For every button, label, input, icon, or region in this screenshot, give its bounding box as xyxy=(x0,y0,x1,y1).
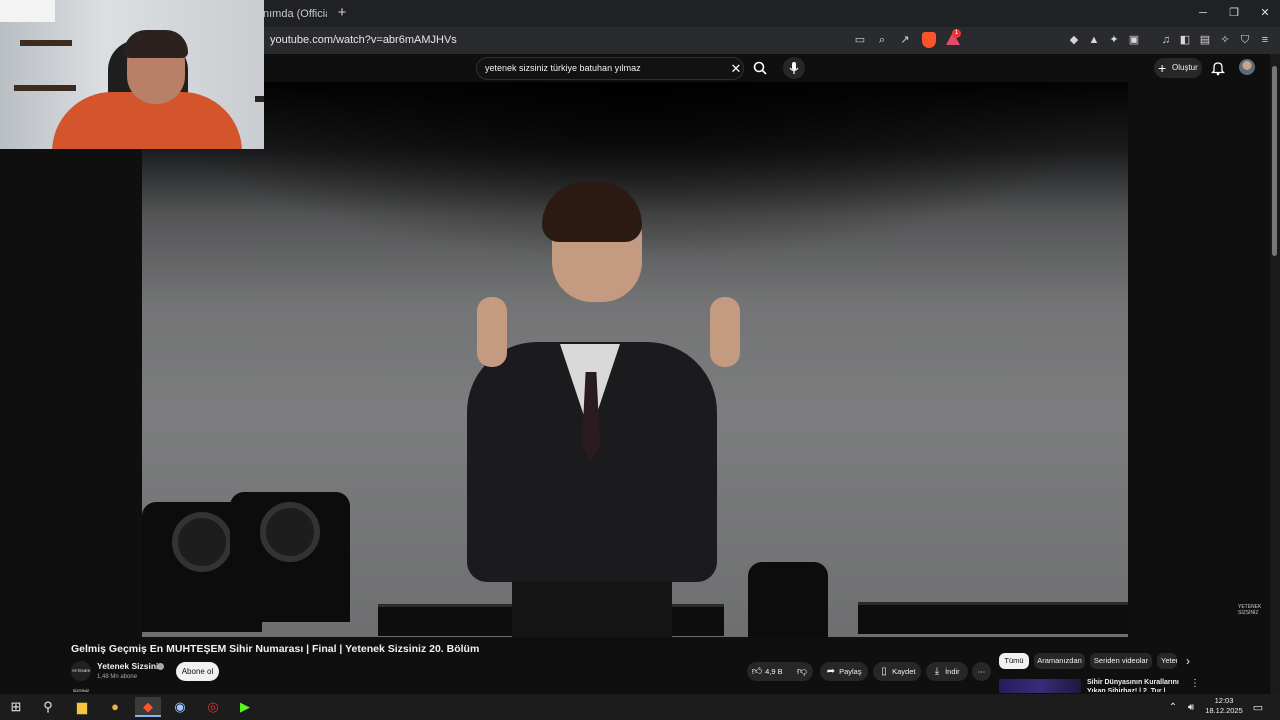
recommended-thumbnail[interactable] xyxy=(999,679,1081,693)
cast-icon[interactable]: ▭ xyxy=(852,32,868,48)
recommendation-menu-icon[interactable]: ⋮ xyxy=(1190,678,1200,690)
extensions-puzzle-icon[interactable]: ✦ xyxy=(1106,32,1122,48)
streamer-hair xyxy=(124,30,188,58)
wallet-icon[interactable]: ▤ xyxy=(1197,32,1213,48)
save-label: Kaydet xyxy=(892,667,916,676)
chrome-canary-icon[interactable]: ● xyxy=(102,697,128,717)
extension-icon[interactable]: ◆ xyxy=(1066,32,1082,48)
kick-icon[interactable]: ▶ xyxy=(232,697,258,717)
light-lens xyxy=(260,502,320,562)
download-icon: ⤓ xyxy=(934,666,940,677)
notifications-button[interactable] xyxy=(1210,60,1226,76)
stage-light xyxy=(230,492,350,622)
recommended-title[interactable]: Sihir Dünyasının Kurallarını Yıkan Sihir… xyxy=(1087,678,1181,692)
chip-from-search[interactable]: Aramanızdan xyxy=(1034,653,1085,669)
like-count: 4,9 B xyxy=(765,667,783,676)
shield-icon[interactable]: ⛉ xyxy=(1237,32,1253,48)
notification-center-icon[interactable]: ▭ xyxy=(1250,698,1266,718)
bar-light xyxy=(858,602,1128,634)
scrollbar-thumb[interactable] xyxy=(1272,66,1277,256)
leo-ai-icon[interactable]: ✧ xyxy=(1217,32,1233,48)
sidebar-icon[interactable]: ◧ xyxy=(1177,32,1193,48)
search-box[interactable]: yetenek sizsiniz türkiye batuhan yılmaz … xyxy=(476,57,744,80)
chip-channel[interactable]: Yetenek Sizsiniz xyxy=(1157,653,1177,669)
download-button[interactable]: ⤓ İndir xyxy=(926,662,968,681)
save-button[interactable]: ▯ Kaydet xyxy=(873,662,921,681)
rewards-badge: 1 xyxy=(952,29,961,38)
channel-watermark[interactable]: YETENEK SİZSİNİZ xyxy=(1238,604,1261,622)
download-label: İndir xyxy=(945,667,960,676)
share-label: Paylaş xyxy=(839,667,862,676)
steam-icon[interactable]: ◉ xyxy=(167,697,193,717)
more-actions-button[interactable]: ⋯ xyxy=(972,662,991,681)
new-tab-button[interactable]: + xyxy=(334,4,350,22)
vpn-icon[interactable]: ▲ xyxy=(1086,32,1102,48)
screen: nımda (Official + ─ ❐ ✕ youtube.com/watc… xyxy=(0,0,1280,720)
tab-title: nımda (Official xyxy=(263,8,327,20)
light-lens xyxy=(172,512,232,572)
brave-shields-icon[interactable] xyxy=(922,32,936,48)
screenshot-icon[interactable]: ▣ xyxy=(1126,32,1142,48)
brave-browser-icon[interactable]: ◆ xyxy=(135,697,161,717)
chevron-up-icon[interactable]: ⌃ xyxy=(1166,698,1180,718)
dislike-button[interactable]: 👎︎ xyxy=(792,662,812,681)
close-window-button[interactable]: ✕ xyxy=(1250,3,1280,23)
wall-shelf xyxy=(14,85,76,91)
channel-name[interactable]: Yetenek Sizsiniz xyxy=(97,660,163,672)
performer-right-hand xyxy=(710,297,740,367)
webcam-overlay xyxy=(0,0,264,149)
video-title: Gelmiş Geçmiş En MUHTEŞEM Sihir Numarası… xyxy=(71,643,480,655)
file-explorer-icon[interactable]: ▆ xyxy=(69,697,95,717)
brave-rewards-icon[interactable]: 1 xyxy=(946,29,961,46)
share-page-icon[interactable]: ↗ xyxy=(897,32,913,48)
microphone-icon xyxy=(789,62,799,74)
page-scrollbar[interactable] xyxy=(1270,54,1280,694)
windows-taskbar: ⊞ ⚲ ▆ ● ◆ ◉ ◎ ▶ ⌃ 🔊︎ ▭ xyxy=(0,694,1280,720)
performer-left-hand xyxy=(477,297,507,367)
clock-date: 18.12.2025 xyxy=(1205,706,1243,715)
thumbs-up-icon: 👍︎ xyxy=(751,666,763,677)
search-button[interactable] xyxy=(748,57,774,79)
clear-search-icon[interactable]: ✕ xyxy=(728,59,744,79)
bookmark-icon: ▯ xyxy=(881,666,887,677)
air-conditioner xyxy=(0,0,55,22)
restore-button[interactable]: ❐ xyxy=(1219,3,1249,23)
thumbs-down-icon: 👎︎ xyxy=(796,666,808,677)
bell-icon xyxy=(1210,62,1226,76)
account-avatar[interactable] xyxy=(1239,59,1255,75)
share-icon: ➦ xyxy=(826,666,836,677)
browser-tab[interactable]: nımda (Official xyxy=(255,2,327,27)
verified-icon xyxy=(157,663,164,670)
clock-time: 12:03 xyxy=(1214,696,1234,705)
zoom-icon[interactable]: ⌕ xyxy=(874,32,890,48)
menu-icon[interactable]: ≡ xyxy=(1257,32,1273,48)
search-input[interactable]: yetenek sizsiniz türkiye batuhan yılmaz xyxy=(485,58,641,79)
channel-avatar[interactable]: YETENEK SİZSİNİZ xyxy=(71,661,91,693)
search-taskbar-icon[interactable]: ⚲ xyxy=(35,697,61,717)
subscriber-count: 1,48 Mn abone xyxy=(97,674,138,680)
chip-all[interactable]: Tümü xyxy=(999,653,1029,669)
chip-series-videos[interactable]: Seriden videolar xyxy=(1090,653,1152,669)
share-button[interactable]: ➦ Paylaş xyxy=(820,662,868,681)
system-clock[interactable]: 12:03 18.12.2025 xyxy=(1196,696,1252,716)
video-player[interactable] xyxy=(142,82,1128,637)
address-bar[interactable]: youtube.com/watch?v=abr6mAMJHVs xyxy=(262,30,858,51)
windows-start-icon[interactable]: ⊞ xyxy=(3,697,29,717)
plus-icon: + xyxy=(1158,60,1167,76)
voice-search-button[interactable] xyxy=(783,57,805,79)
subscribe-button[interactable]: Abone ol xyxy=(176,662,219,681)
minimize-button[interactable]: ─ xyxy=(1188,3,1218,23)
stage-light xyxy=(748,562,828,637)
search-icon xyxy=(753,61,767,75)
obs-icon[interactable]: ◎ xyxy=(200,697,226,717)
media-icon[interactable]: ♫ xyxy=(1158,32,1174,48)
microphone xyxy=(255,96,264,102)
wall-shelf xyxy=(20,40,72,46)
chevron-right-icon[interactable]: › xyxy=(1181,652,1195,670)
